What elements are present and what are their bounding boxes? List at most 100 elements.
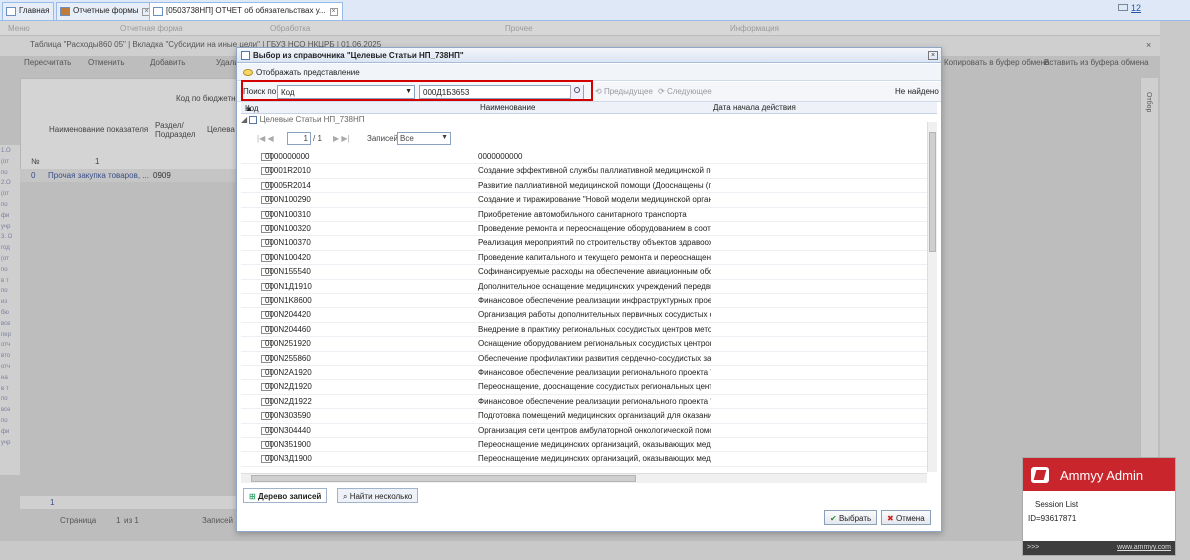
records-select[interactable]: Все ▼ (397, 132, 451, 145)
page-number[interactable]: 1 (116, 516, 120, 525)
table-row[interactable]: 00001R2010 Создание эффективной службы па… (241, 164, 931, 179)
tab-find-several[interactable]: ⌕ Найти несколько (337, 488, 419, 503)
scroll-thumb[interactable] (929, 132, 936, 252)
tree-root[interactable]: ◢ Целевые Статьи НП_738НП (241, 115, 365, 127)
row-name: Переоснащение медицинских организаций, о… (478, 440, 711, 449)
ammyy-site-link[interactable]: www.ammyy.com (1117, 544, 1171, 551)
page-input[interactable]: 1 (287, 132, 311, 145)
book-icon (241, 51, 250, 60)
grid-header: № (31, 157, 40, 166)
table-row[interactable]: 000N1K8600 Финансовое обеспечение реализа… (241, 294, 931, 309)
row-name: Приобретение автомобильного санитарного … (478, 209, 687, 219)
last-page-icon[interactable]: ▶ ▶| (333, 134, 350, 143)
left-label: по (1, 288, 8, 295)
table-row[interactable]: 000N251920 Оснащение оборудованием регион… (241, 337, 931, 352)
table-row[interactable]: 000N403750Приобретение медицинских издел… (241, 467, 931, 468)
next-button[interactable]: ⟳ Следующее (658, 87, 712, 96)
eye-icon (243, 69, 253, 77)
more-link[interactable]: >>> (1027, 544, 1039, 551)
book-icon (249, 115, 258, 124)
left-label: в т (1, 385, 9, 392)
records-label: Записей (202, 516, 233, 525)
left-label: по (1, 417, 8, 424)
copy-button[interactable]: Копировать в буфер обмена (944, 58, 1049, 67)
tab-find-label: Найти несколько (349, 492, 413, 501)
scroll-thumb[interactable] (251, 475, 636, 482)
row-code: 000N351900 (265, 440, 311, 449)
prev-button[interactable]: ⟲ Предыдущее (595, 87, 653, 96)
grid-header: Код по бюджетной (176, 94, 245, 103)
table-row[interactable]: 000N100420 Проведение капитального и теку… (241, 251, 931, 266)
row-name: Финансовое обеспечение реализации регион… (478, 368, 711, 377)
tab-report[interactable]: [0503738НП] ОТЧЕТ об обязательствах у...… (149, 2, 343, 20)
report-icon (153, 7, 163, 16)
cancel-label: Отмена (895, 514, 925, 523)
tab-bar: Главная Отчетные формы × [0503738НП] ОТЧЕ… (0, 0, 1190, 21)
col-name[interactable]: Наименование (480, 103, 535, 112)
left-label: по (1, 396, 8, 403)
table-row[interactable]: 0000000000 0000000000 (241, 150, 931, 165)
grid-header: Целева (207, 125, 235, 134)
select-button[interactable]: ✔ Выбрать (824, 510, 878, 525)
table-row[interactable]: 000N2Д1922 Финансовое обеспечение реализа… (241, 395, 931, 410)
cancel-button[interactable]: ✖ Отмена (881, 510, 931, 525)
search-highlight (241, 80, 593, 101)
table-row[interactable]: 000N100370 Реализация мероприятий по стро… (241, 236, 931, 251)
dialog-header[interactable]: Выбор из справочника "Целевые Статьи НП_… (237, 48, 941, 63)
table-row[interactable]: 000N204460 Внедрение в практику региональ… (241, 323, 931, 338)
table-row[interactable]: 000N2Д1920 Переоснащение, дооснащение сос… (241, 380, 931, 395)
table-row[interactable]: 000N2A1920 Финансовое обеспечение реализа… (241, 366, 931, 381)
session-list-link[interactable]: Session List (1035, 500, 1078, 509)
paste-button[interactable]: Вставить из буфера обмена (1044, 58, 1149, 67)
add-button[interactable]: Добавить (150, 58, 185, 67)
table-row[interactable]: 000N255860 Обеспечение профилактики разви… (241, 352, 931, 366)
table-row[interactable]: 0 Прочая закупка товаров, ... 0909 (20, 169, 250, 182)
menu-item[interactable]: Отчетная форма (120, 24, 183, 33)
ammyy-header: Ammyy Admin (1023, 458, 1175, 491)
left-labels: 1.О (от по 2.О (от по фи учр 3. О год (от по в т по из… (0, 145, 20, 475)
table-row[interactable]: 00005R2014 Развитие паллиативной медицинс… (241, 179, 931, 194)
left-label: бю (1, 309, 9, 316)
undo-button[interactable]: Отменить (88, 58, 125, 67)
table-row[interactable]: 000N100310 Приобретение автомобильного са… (241, 208, 931, 222)
table-row[interactable]: 000N1Д1910 Дополнительное оснащение медиц… (241, 280, 931, 294)
row-name: Проведение капитального и текущего ремон… (478, 252, 711, 262)
table-row[interactable]: 000N100320 Проведение ремонта и переоснащ… (241, 222, 931, 237)
table-row[interactable]: 000N304440 Организация сети центров амбул… (241, 424, 931, 438)
recalc-button[interactable]: Пересчитать (24, 58, 71, 67)
tree-root-label: Целевые Статьи НП_738НП (259, 115, 365, 124)
close-icon[interactable]: × (1146, 40, 1151, 50)
table-row[interactable]: 000N100290 Создание и тиражирование "Ново… (241, 193, 931, 208)
table-row[interactable]: 000N204420 Организация работы дополнитель… (241, 308, 931, 323)
table-row[interactable]: 000N155540 Софинансируемые расходы на обе… (241, 265, 931, 280)
table-row[interactable]: 000N3Д1900 Переоснащение медицинских орга… (241, 452, 931, 467)
vertical-scrollbar[interactable] (927, 122, 937, 472)
home-icon (6, 7, 16, 16)
table-row[interactable]: 000N351900 Переоснащение медицинских орга… (241, 438, 931, 453)
table-row[interactable]: 000N303590 Подготовка помещений медицинск… (241, 409, 931, 424)
ammyy-title: Ammyy Admin (1060, 468, 1144, 483)
filter-panel[interactable]: Отбор (1140, 78, 1158, 478)
menu-item[interactable]: Информация (730, 24, 779, 33)
next-label: Следующее (666, 87, 712, 96)
close-icon[interactable]: × (329, 8, 338, 16)
first-page-icon[interactable]: |◀ ◀ (257, 134, 274, 143)
row-code: 000N2A1920 (265, 368, 312, 377)
row-code: 000N1K8600 (265, 296, 312, 305)
close-icon[interactable]: × (928, 51, 938, 60)
tab-home[interactable]: Главная (2, 2, 55, 20)
row-name: Софинансируемые расходы на обеспечение а… (478, 267, 711, 277)
tab-report-forms[interactable]: Отчетные формы × (56, 2, 156, 20)
menu-item[interactable]: Прочее (505, 24, 533, 33)
row-name: Организация работы дополнительных первич… (478, 310, 711, 320)
left-label: учр (1, 439, 11, 446)
notifications[interactable]: 12 (1118, 3, 1158, 18)
ammyy-logo-icon (1031, 467, 1049, 483)
notification-count: 12 (1131, 3, 1142, 13)
menu-item[interactable]: Меню (8, 24, 30, 33)
show-representation-toggle[interactable]: Отображать представление (237, 64, 941, 81)
horizontal-scrollbar[interactable] (241, 473, 927, 483)
menu-item[interactable]: Обработка (270, 24, 310, 33)
tab-tree[interactable]: ⊞ Дерево записей (243, 488, 328, 503)
col-date[interactable]: Дата начала действия (713, 103, 796, 112)
